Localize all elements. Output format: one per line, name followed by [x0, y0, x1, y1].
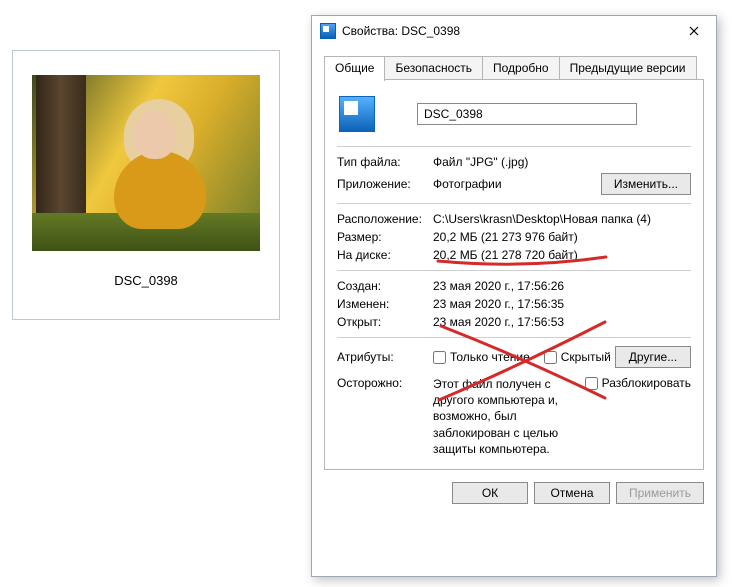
titlebar[interactable]: Свойства: DSC_0398 [312, 16, 716, 46]
general-panel: Тип файла: Файл "JPG" (.jpg) Приложение:… [324, 80, 704, 470]
divider [337, 146, 691, 147]
value-size-on-disk: 20,2 МБ (21 278 720 байт) [433, 248, 691, 262]
value-warning: Этот файл получен с другого компьютера и… [433, 376, 585, 457]
window-title: Свойства: DSC_0398 [342, 24, 671, 38]
value-location: C:\Users\krasn\Desktop\Новая папка (4) [433, 212, 691, 226]
unblock-checkbox[interactable]: Разблокировать [585, 376, 691, 390]
unblock-checkbox-label: Разблокировать [602, 376, 691, 390]
tab-general[interactable]: Общие [324, 56, 385, 81]
value-application: Фотографии [433, 177, 601, 191]
readonly-checkbox[interactable]: Только чтение [433, 350, 530, 364]
other-attributes-button[interactable]: Другие... [615, 346, 691, 368]
hidden-checkbox-label: Скрытый [561, 350, 611, 364]
label-accessed: Открыт: [337, 315, 433, 329]
thumbnail-image [32, 75, 260, 251]
tab-security[interactable]: Безопасность [384, 56, 483, 80]
label-warning: Осторожно: [337, 376, 433, 390]
cancel-button[interactable]: Отмена [534, 482, 610, 504]
value-created: 23 мая 2020 г., 17:56:26 [433, 279, 691, 293]
apply-button[interactable]: Применить [616, 482, 704, 504]
tab-details[interactable]: Подробно [482, 56, 560, 80]
close-icon [689, 26, 699, 36]
close-button[interactable] [671, 16, 716, 46]
readonly-checkbox-input[interactable] [433, 351, 446, 364]
label-size-on-disk: На диске: [337, 248, 433, 262]
divider [337, 270, 691, 271]
image-file-icon [320, 23, 336, 39]
unblock-checkbox-input[interactable] [585, 377, 598, 390]
tab-strip: Общие Безопасность Подробно Предыдущие в… [312, 46, 716, 80]
value-file-type: Файл "JPG" (.jpg) [433, 155, 691, 169]
divider [337, 337, 691, 338]
value-size: 20,2 МБ (21 273 976 байт) [433, 230, 691, 244]
divider [337, 203, 691, 204]
label-modified: Изменен: [337, 297, 433, 311]
properties-dialog: Свойства: DSC_0398 Общие Безопасность По… [311, 15, 717, 577]
hidden-checkbox[interactable]: Скрытый [544, 350, 611, 364]
label-attributes: Атрибуты: [337, 350, 433, 364]
filename-input[interactable] [417, 103, 637, 125]
value-accessed: 23 мая 2020 г., 17:56:53 [433, 315, 691, 329]
thumbnail-tile[interactable]: DSC_0398 [12, 50, 280, 320]
label-created: Создан: [337, 279, 433, 293]
ok-button[interactable]: ОК [452, 482, 528, 504]
tab-previous-versions[interactable]: Предыдущие версии [559, 56, 697, 80]
label-size: Размер: [337, 230, 433, 244]
hidden-checkbox-input[interactable] [544, 351, 557, 364]
thumbnail-caption: DSC_0398 [13, 273, 279, 288]
change-app-button[interactable]: Изменить... [601, 173, 691, 195]
label-file-type: Тип файла: [337, 155, 433, 169]
readonly-checkbox-label: Только чтение [450, 350, 530, 364]
file-type-icon [339, 96, 375, 132]
dialog-buttons: ОК Отмена Применить [312, 476, 716, 514]
label-application: Приложение: [337, 177, 433, 191]
value-modified: 23 мая 2020 г., 17:56:35 [433, 297, 691, 311]
label-location: Расположение: [337, 212, 433, 226]
